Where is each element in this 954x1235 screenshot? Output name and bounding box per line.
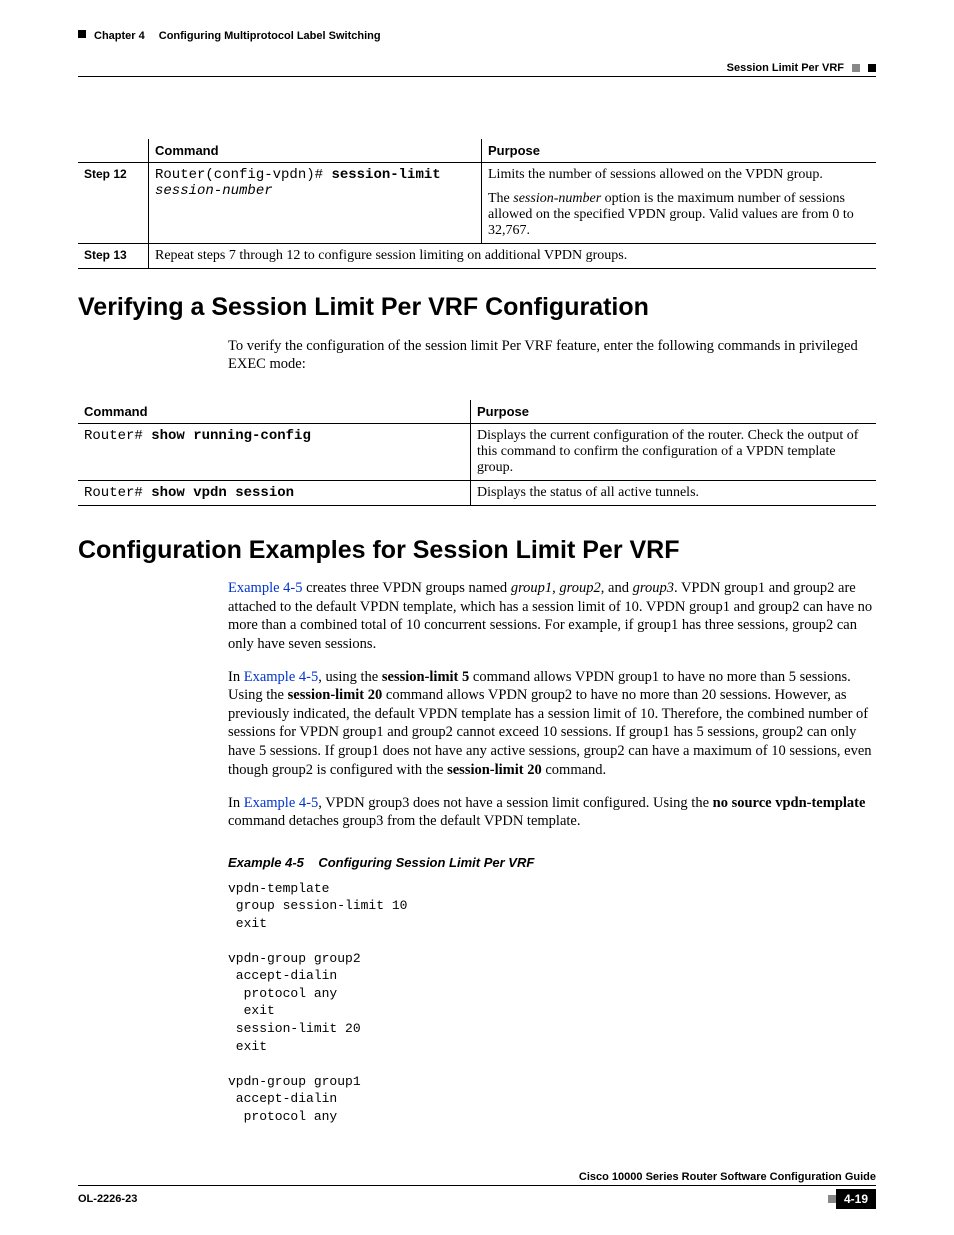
- verify-table: Command Purpose Router# show running-con…: [78, 400, 876, 506]
- step-label: Step 13: [78, 244, 149, 269]
- section-title: Session Limit Per VRF: [727, 62, 844, 74]
- purpose-cell: Limits the number of sessions allowed on…: [482, 163, 877, 244]
- command-cell: Router# show running-config: [78, 423, 471, 480]
- command-cell: Router# show vpdn session: [78, 480, 471, 505]
- heading-config-examples: Configuration Examples for Session Limit…: [78, 536, 876, 565]
- body-paragraph: To verify the configuration of the sessi…: [228, 337, 876, 374]
- table-row: Router# show running-config Displays the…: [78, 423, 876, 480]
- footer-book-title: Cisco 10000 Series Router Software Confi…: [78, 1171, 876, 1183]
- running-header: Chapter 4 Configuring Multiprotocol Labe…: [78, 30, 876, 77]
- page: Chapter 4 Configuring Multiprotocol Labe…: [0, 0, 954, 1235]
- body-paragraph: In Example 4-5, VPDN group3 does not hav…: [228, 794, 876, 831]
- purpose-cell: Displays the status of all active tunnel…: [471, 480, 877, 505]
- merged-cell: Repeat steps 7 through 12 to configure s…: [149, 244, 877, 269]
- step-table: Command Purpose Step 12 Router(config-vp…: [78, 139, 876, 269]
- example-link[interactable]: Example 4-5: [244, 795, 319, 811]
- code-block: vpdn-template group session-limit 10 exi…: [228, 880, 876, 1126]
- step-label: Step 12: [78, 163, 149, 244]
- example-link[interactable]: Example 4-5: [244, 669, 319, 685]
- body-paragraph: Example 4-5 creates three VPDN groups na…: [228, 579, 876, 653]
- footer-marker-icon: [828, 1195, 836, 1203]
- body-paragraph: In Example 4-5, using the session-limit …: [228, 668, 876, 779]
- chapter-title: Configuring Multiprotocol Label Switchin…: [159, 30, 381, 42]
- table-row: Step 12 Router(config-vpdn)# session-lim…: [78, 163, 876, 244]
- table-header: Command: [78, 400, 471, 424]
- heading-verifying: Verifying a Session Limit Per VRF Config…: [78, 293, 876, 322]
- page-number: 4-19: [836, 1189, 876, 1209]
- example-link[interactable]: Example 4-5: [228, 580, 303, 596]
- content: Command Purpose Step 12 Router(config-vp…: [78, 79, 876, 1125]
- header-marker-icon: [852, 64, 860, 72]
- example-title: Example 4-5 Configuring Session Limit Pe…: [228, 855, 876, 870]
- table-header: Purpose: [471, 400, 877, 424]
- header-marker-icon: [868, 64, 876, 72]
- table-header: Purpose: [482, 139, 877, 163]
- command-cell: Router(config-vpdn)# session-limit sessi…: [149, 163, 482, 244]
- table-header: Command: [149, 139, 482, 163]
- purpose-cell: Displays the current configuration of th…: [471, 423, 877, 480]
- table-row: Step 13 Repeat steps 7 through 12 to con…: [78, 244, 876, 269]
- page-footer: Cisco 10000 Series Router Software Confi…: [78, 1171, 876, 1209]
- header-marker-icon: [78, 30, 86, 38]
- chapter-label: Chapter 4: [94, 30, 145, 42]
- table-row: Router# show vpdn session Displays the s…: [78, 480, 876, 505]
- footer-doc-id: OL-2226-23: [78, 1193, 137, 1205]
